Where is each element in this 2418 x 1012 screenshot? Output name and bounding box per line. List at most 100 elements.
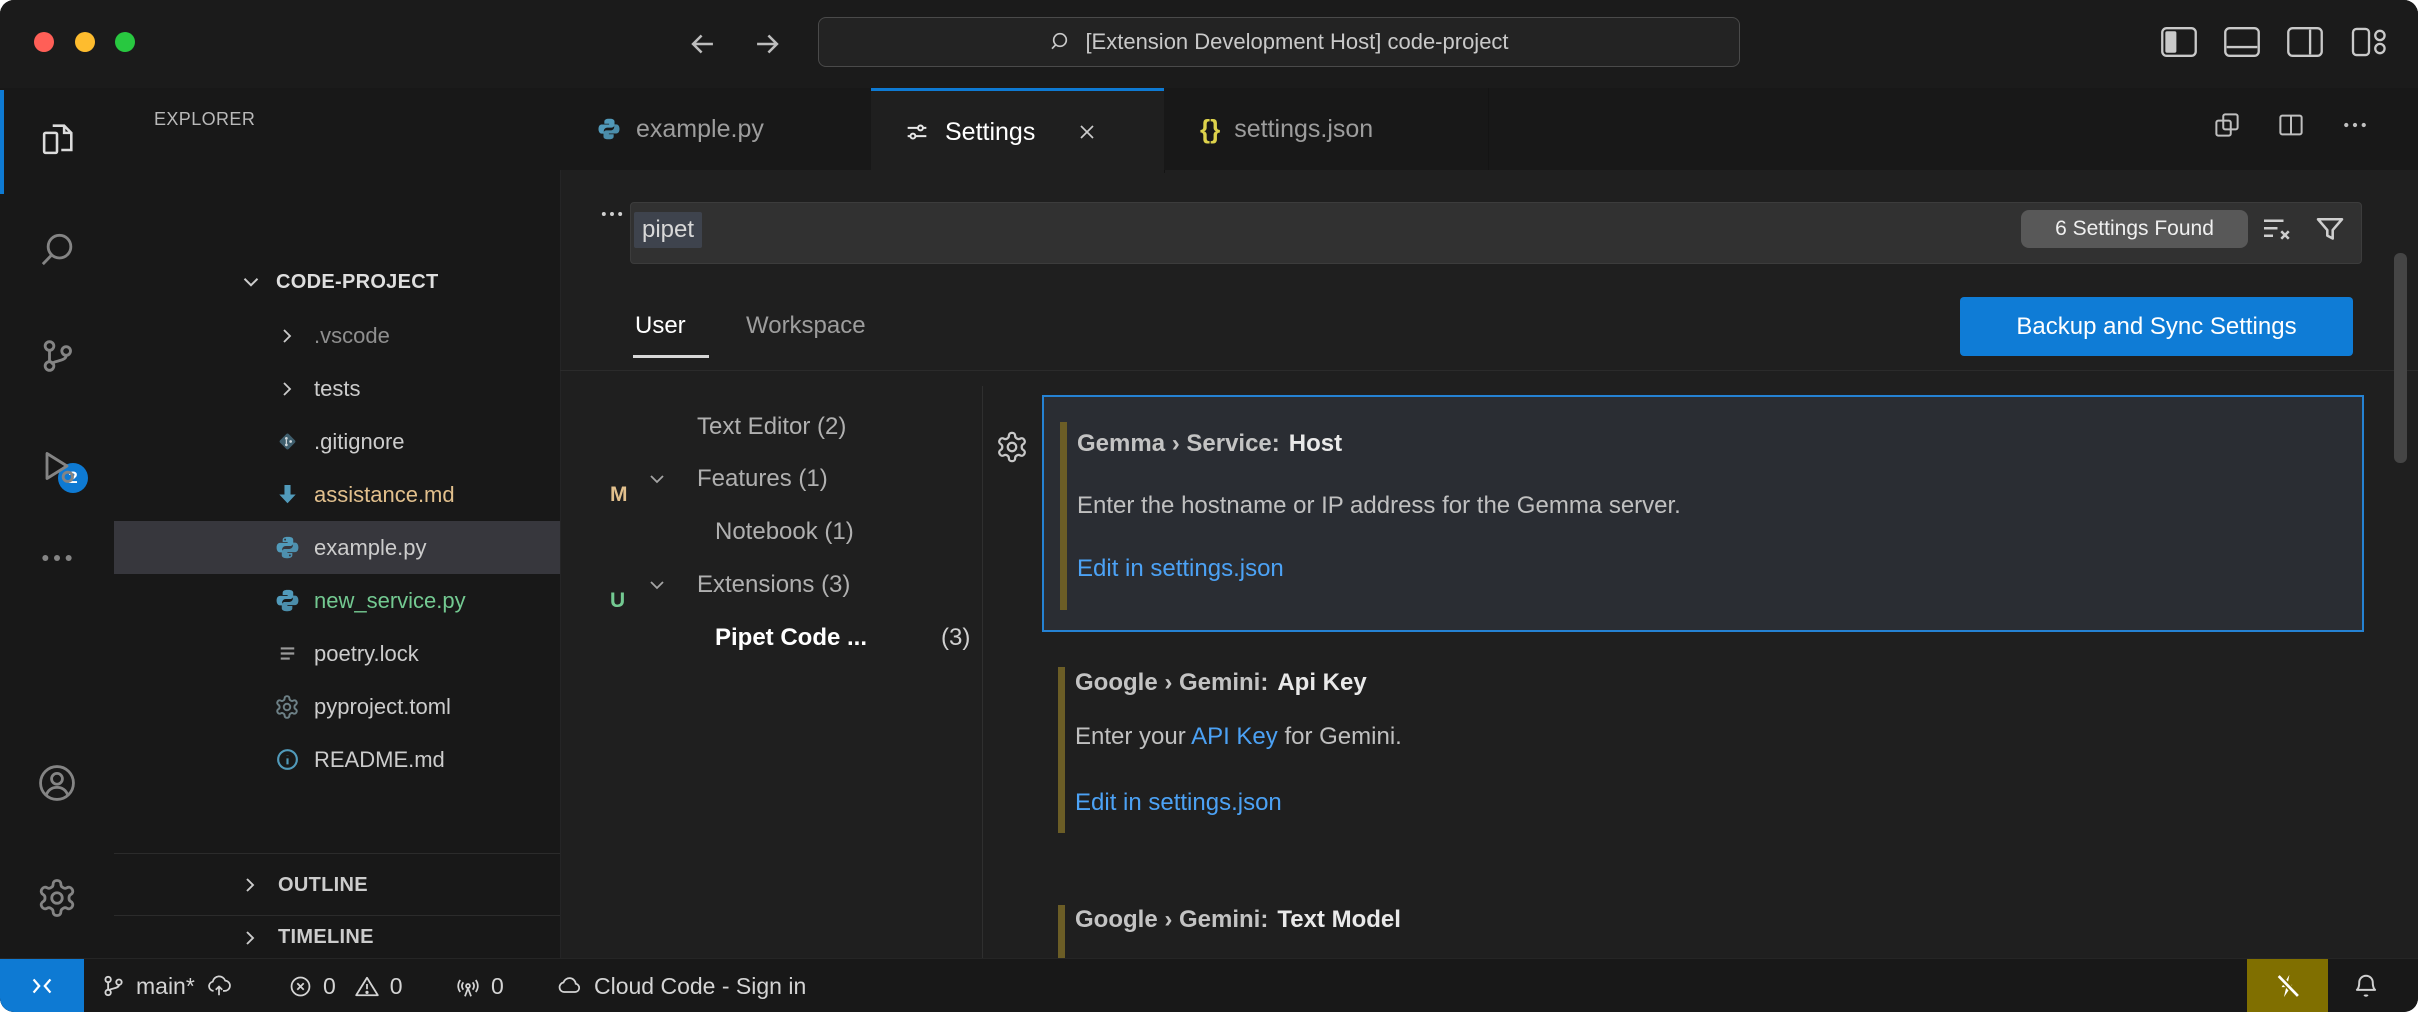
explorer-more-icon[interactable] xyxy=(598,200,626,228)
minimize-window-button[interactable] xyxy=(75,32,95,52)
copilot-disabled-status[interactable] xyxy=(2247,959,2328,1012)
toc-notebook[interactable]: Notebook (1) xyxy=(715,505,854,558)
cloud-icon xyxy=(556,973,584,999)
tab-example-py[interactable]: example.py xyxy=(560,88,872,170)
chevron-right-icon xyxy=(238,873,262,897)
setting-title: Google › Gemini:Text Model xyxy=(1075,906,1401,934)
back-icon[interactable] xyxy=(686,27,720,61)
errors-icon xyxy=(288,974,313,999)
api-key-link[interactable]: API Key xyxy=(1191,723,1278,750)
toc-pipet-count: (3) xyxy=(941,611,970,664)
close-icon[interactable] xyxy=(1075,120,1099,144)
toggle-panel-icon[interactable] xyxy=(2223,26,2261,58)
scrollbar-thumb[interactable] xyxy=(2394,253,2407,463)
settings-count-badge: 6 Settings Found xyxy=(2021,210,2248,248)
setting-description: Enter your API Key for Gemini. xyxy=(1075,723,1402,751)
warnings-icon xyxy=(354,974,380,999)
activity-settings[interactable] xyxy=(0,848,114,948)
tab-settings[interactable]: Settings xyxy=(871,88,1165,173)
toc-features[interactable]: Features (1) xyxy=(697,452,828,505)
bell-icon xyxy=(2352,972,2380,1000)
forward-icon[interactable] xyxy=(750,27,784,61)
branch-name: main* xyxy=(136,973,195,1000)
setting-title: Google › Gemini:Api Key xyxy=(1075,669,1367,697)
tree-root-code-project[interactable]: CODE-PROJECT xyxy=(114,256,560,308)
tree-item-vscode[interactable]: .vscode xyxy=(114,309,560,362)
setting-gemini-api-key[interactable]: Google › Gemini:Api Key Enter your API K… xyxy=(1042,655,2360,855)
setting-description: Enter the hostname or IP address for the… xyxy=(1077,492,1681,520)
zoom-window-button[interactable] xyxy=(115,32,135,52)
tree-item-poetry-lock[interactable]: poetry.lock xyxy=(114,627,560,680)
editor-tabs: example.py Settings {} settings.json xyxy=(560,88,2418,170)
activity-bar: 2 1 xyxy=(0,88,115,958)
command-center[interactable]: [Extension Development Host] code-projec… xyxy=(818,17,1740,67)
status-bar: main* 0 0 0 Cloud Code - Sign in xyxy=(0,958,2418,1012)
run-debug-icon xyxy=(37,446,77,486)
outline-section[interactable]: OUTLINE xyxy=(114,853,560,916)
tree-item-tests[interactable]: tests xyxy=(114,362,560,415)
search-icon xyxy=(37,230,77,270)
toc-text-editor[interactable]: Text Editor (2) xyxy=(697,400,846,453)
activity-search[interactable] xyxy=(0,200,114,300)
ports-status[interactable]: 0 xyxy=(455,959,504,1012)
explorer-header: EXPLORER xyxy=(114,88,560,150)
activity-explorer[interactable] xyxy=(0,90,114,190)
activity-run-debug[interactable] xyxy=(0,416,114,516)
setting-gear-icon[interactable] xyxy=(995,430,1029,464)
gear-icon xyxy=(36,877,78,919)
root-label: CODE-PROJECT xyxy=(276,271,439,294)
edit-in-settings-json-link[interactable]: Edit in settings.json xyxy=(1077,555,1284,583)
edit-in-settings-json-link[interactable]: Edit in settings.json xyxy=(1075,789,1282,817)
python-icon xyxy=(596,116,622,142)
tree-item-readme-md[interactable]: README.md xyxy=(114,733,560,786)
tab-label: Settings xyxy=(945,118,1035,147)
file-label: tests xyxy=(314,376,360,402)
setting-gemma-service-host[interactable]: Gemma › Service:Host Enter the hostname … xyxy=(1042,395,2364,632)
errors-count: 0 xyxy=(323,973,336,1000)
settings-sliders-icon xyxy=(903,118,931,146)
tree-item-new-service-py[interactable]: new_service.py U xyxy=(114,574,560,627)
tab-settings-json[interactable]: {} settings.json xyxy=(1164,88,1489,170)
scope-tab-user[interactable]: User xyxy=(635,312,686,340)
notifications-bell[interactable] xyxy=(2340,959,2392,1012)
backup-sync-button[interactable]: Backup and Sync Settings xyxy=(1960,297,2353,356)
publish-cloud-icon xyxy=(205,973,233,999)
toc-extensions[interactable]: Extensions (3) xyxy=(697,558,850,611)
window-title: [Extension Development Host] code-projec… xyxy=(1085,29,1508,55)
scope-tab-workspace[interactable]: Workspace xyxy=(746,312,866,340)
tree-item-gitignore[interactable]: .gitignore xyxy=(114,415,560,468)
activity-source-control[interactable] xyxy=(0,306,114,406)
tree-item-example-py[interactable]: example.py xyxy=(114,521,560,574)
open-changes-icon[interactable] xyxy=(2212,110,2242,140)
activity-more[interactable] xyxy=(0,508,114,608)
file-tree: .vscode tests .gitignore assistance.md M xyxy=(114,309,560,786)
activity-account[interactable] xyxy=(0,733,114,833)
active-scope-underline xyxy=(633,355,709,358)
split-editor-icon[interactable] xyxy=(2276,110,2306,140)
branch-status[interactable]: main* xyxy=(100,959,233,1012)
toc-sash[interactable] xyxy=(982,386,983,958)
close-window-button[interactable] xyxy=(34,32,54,52)
remote-indicator[interactable] xyxy=(0,959,84,1012)
cloud-code-status[interactable]: Cloud Code - Sign in xyxy=(556,959,806,1012)
file-label: example.py xyxy=(314,535,427,561)
chevron-right-icon xyxy=(272,324,302,348)
setting-gemini-text-model[interactable]: Google › Gemini:Text Model xyxy=(1042,895,2360,958)
branch-icon xyxy=(100,973,126,999)
toc-pipet-code[interactable]: Pipet Code ... xyxy=(715,611,867,664)
customize-layout-icon[interactable] xyxy=(2350,26,2388,58)
more-icon xyxy=(37,538,77,578)
filter-icon[interactable] xyxy=(2312,211,2348,247)
tree-item-pyproject-toml[interactable]: pyproject.toml xyxy=(114,680,560,733)
python-icon xyxy=(272,534,302,561)
file-label: pyproject.toml xyxy=(314,694,451,720)
timeline-section[interactable]: TIMELINE xyxy=(114,915,560,959)
toggle-secondary-sidebar-icon[interactable] xyxy=(2286,26,2324,58)
divider xyxy=(560,370,2418,371)
problems-status[interactable]: 0 0 xyxy=(288,959,403,1012)
toggle-primary-sidebar-icon[interactable] xyxy=(2160,26,2198,58)
clear-filters-icon[interactable] xyxy=(2258,211,2294,247)
more-actions-icon[interactable] xyxy=(2340,110,2370,140)
radio-tower-icon xyxy=(455,973,481,999)
tree-item-assistance-md[interactable]: assistance.md M xyxy=(114,468,560,521)
